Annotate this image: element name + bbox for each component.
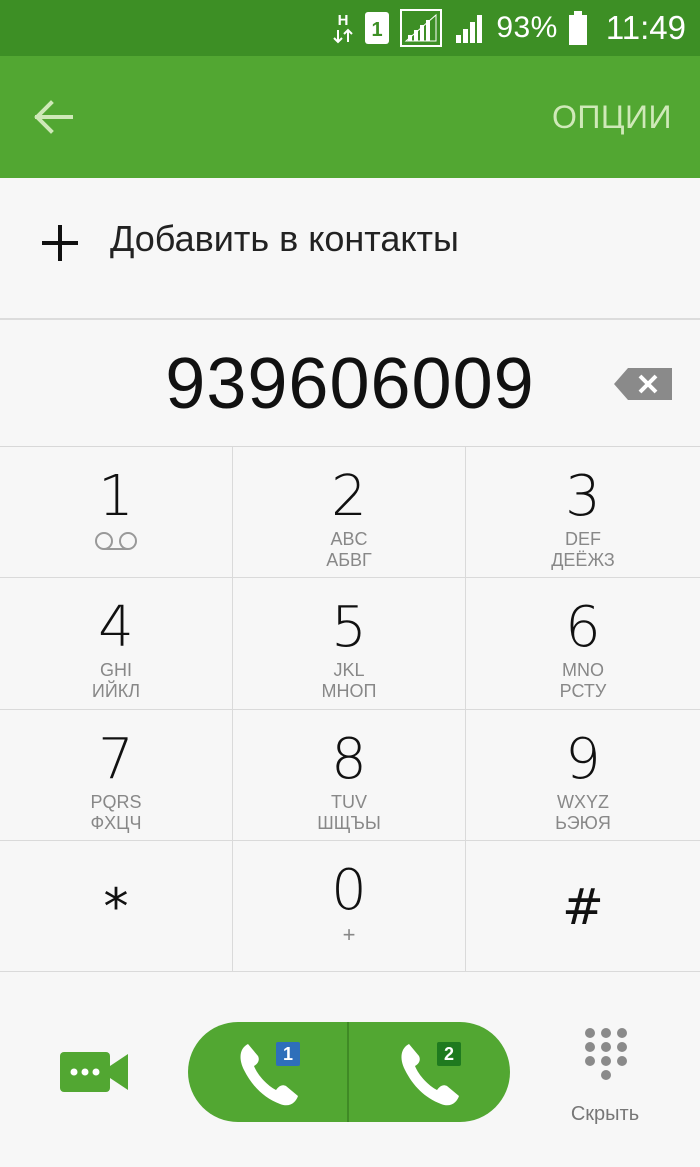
plus-icon [42,225,78,261]
key-9[interactable]: 9 WXYZ ЬЭЮЯ [466,710,700,841]
key-letters-latin: DEF [565,529,601,549]
voicemail-icon [95,532,137,550]
clock: 11:49 [605,9,686,46]
call-buttons: 1 2 [188,1022,510,1122]
signal-strength-icon-1 [400,9,443,47]
key-letters-cyrillic: РСТУ [559,681,607,702]
key-hash[interactable]: # [466,841,700,972]
key-digit: 6 [565,595,601,661]
signal-strength-icon-2 [452,11,486,45]
key-letters-latin: PQRS [90,791,142,812]
bottom-bar: 1 2 Скрыть [0,972,700,1167]
key-6[interactable]: 6 MNO РСТУ [466,578,700,710]
key-letters-cyrillic: ЬЭЮЯ [555,812,611,833]
key-letters-cyrillic: ИЙКЛ [91,681,141,702]
key-star[interactable]: * [0,840,233,972]
key-digit: 9 [565,726,601,792]
call-sim2-button[interactable]: 2 [349,1022,510,1122]
sim2-badge: 2 [437,1042,461,1066]
key-2[interactable]: 2 ABC АБВГ [233,447,466,579]
sim1-badge: 1 [276,1042,300,1066]
dial-keypad: 1 2 ABC АБВГ 3 DEF ДЕЁЖЗ 4 GHI ИЙКЛ 5 JK… [0,447,700,972]
back-button[interactable] [28,94,78,140]
dialpad-icon [585,1028,627,1080]
key-letters-latin: WXYZ [557,791,609,812]
options-button[interactable]: ОПЦИИ [552,94,672,140]
key-symbol: # [562,877,604,936]
network-type-text: H [338,12,349,29]
key-letters-latin: + [342,921,356,947]
key-7[interactable]: 7 PQRS ФХЦЧ [0,709,233,841]
number-display: 939606009 [0,321,700,447]
add-to-contacts-row[interactable]: Добавить в контакты [0,178,700,320]
key-letters-latin: GHI [99,660,132,681]
key-letters-cyrillic: МНОП [321,681,377,702]
key-digit: 4 [98,595,134,661]
key-letters-cyrillic: ДЕЁЖЗ [551,550,615,570]
hide-keypad-button[interactable]: Скрыть [560,1027,650,1125]
hide-keypad-label: Скрыть [570,1103,640,1125]
key-digit: 5 [331,595,367,661]
add-to-contacts-label: Добавить в контакты [110,218,459,259]
key-digit: 2 [331,464,367,529]
key-letters-latin: TUV [331,791,367,812]
key-8[interactable]: 8 TUV ШЩЪЫ [233,709,466,841]
action-bar: ОПЦИИ [0,56,700,178]
key-letters-cyrillic: ШЩЪЫ [317,812,381,833]
key-letters-latin: ABC [330,529,368,549]
call-sim1-button[interactable]: 1 [188,1022,349,1122]
key-3[interactable]: 3 DEF ДЕЁЖЗ [466,447,700,579]
key-letters-cyrillic: ФХЦЧ [90,812,142,833]
backspace-icon[interactable] [612,366,674,402]
arrow-left-icon [34,100,73,134]
key-4[interactable]: 4 GHI ИЙКЛ [0,578,233,710]
sim-indicator-icon: 1 [364,11,390,45]
network-type-icon: H [332,10,354,46]
key-digit: 0 [331,857,367,923]
key-digit: 7 [98,726,134,792]
key-digit: 1 [98,464,134,529]
video-call-icon[interactable] [60,1050,130,1094]
key-letters-latin: MNO [562,660,604,681]
key-digit: 3 [565,464,601,529]
key-letters-latin: JKL [333,660,365,681]
key-1[interactable]: 1 [0,447,233,579]
key-digit: 8 [331,726,367,792]
key-letters-cyrillic: АБВГ [326,550,372,570]
battery-percent: 93% [496,11,558,44]
key-symbol: * [103,877,129,936]
key-0[interactable]: 0 + [233,840,466,972]
key-5[interactable]: 5 JKL МНОП [233,578,466,710]
battery-icon [568,10,588,46]
dialed-number[interactable]: 939606009 [0,343,700,425]
status-bar: H 1 93% 11:49 [0,0,700,56]
sim-indicator-text: 1 [372,19,383,41]
